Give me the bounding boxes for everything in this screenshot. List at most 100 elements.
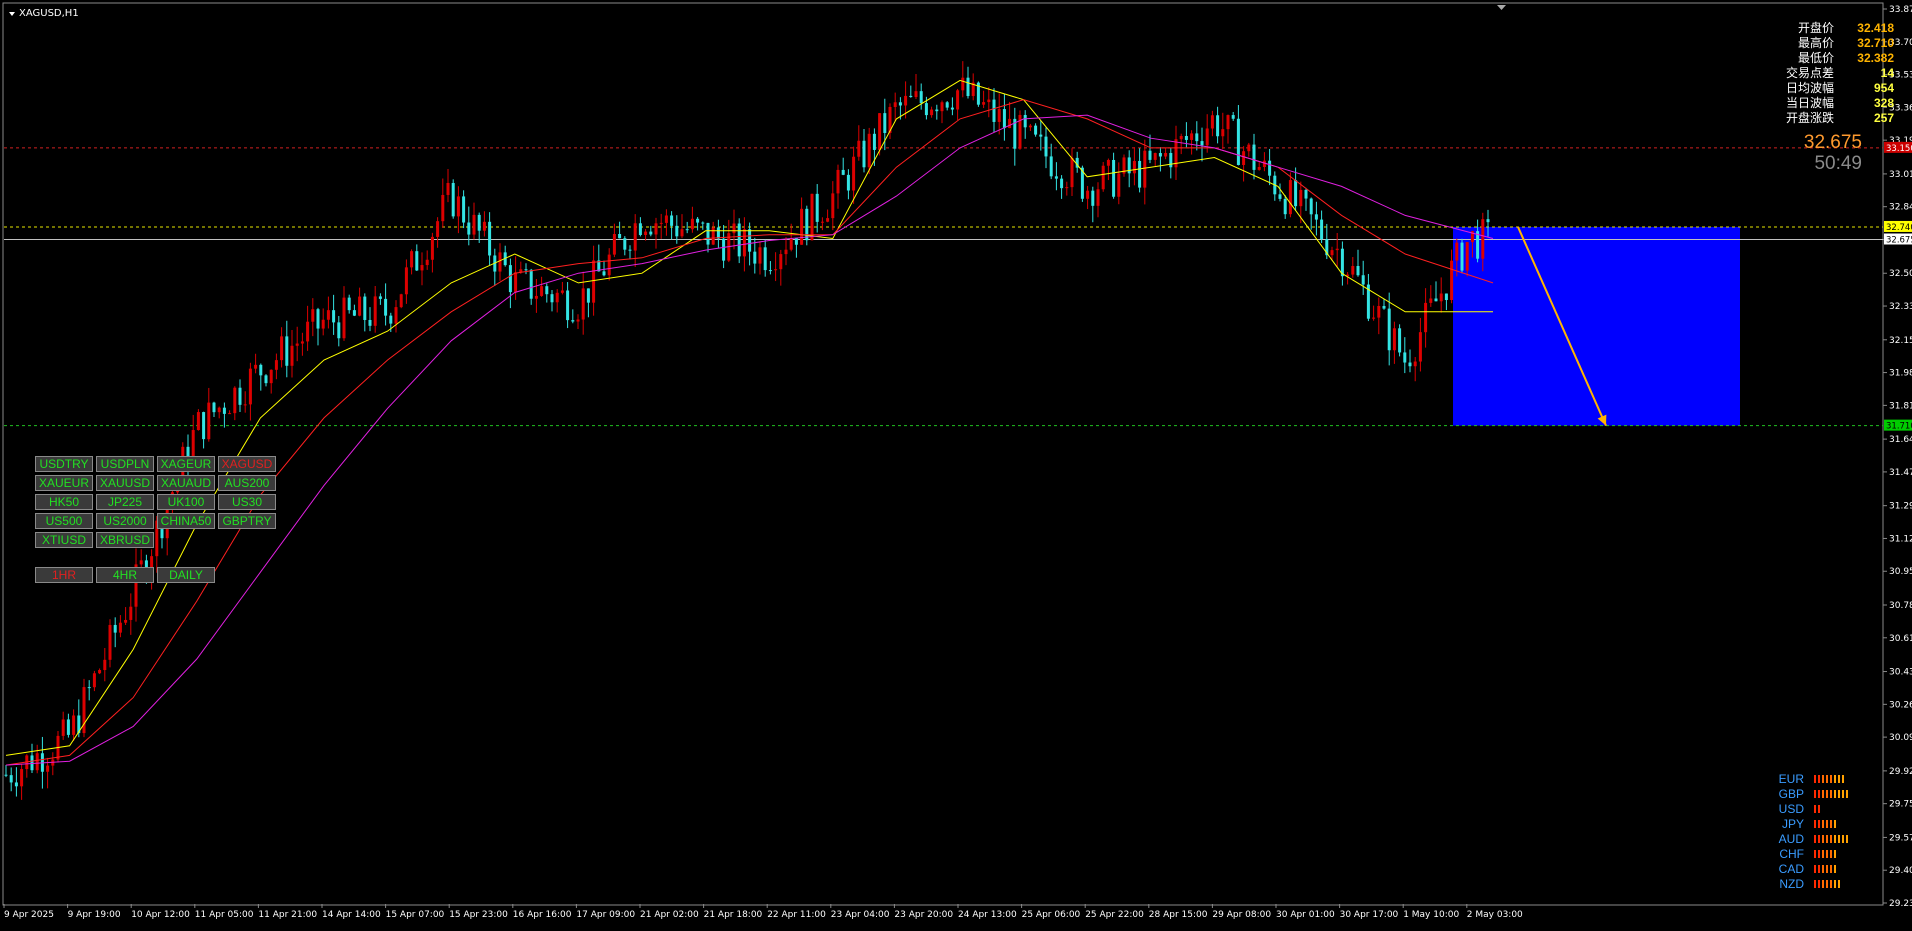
strength-label: CHF [1779,846,1804,861]
price-chart[interactable]: 33.87033.70033.53033.36033.19033.01532.8… [0,0,1912,927]
price-axis-tag-label: 32.740 [1886,223,1912,233]
strength-bar [1826,834,1828,843]
symbol-button-xagusd[interactable]: XAGUSD [218,456,276,472]
candle-body [930,109,934,116]
time-axis-label: 30 Apr 01:00 [1276,910,1335,920]
candle-body [124,619,128,623]
info-label: 当日波幅 [1785,96,1834,110]
candle-body [1226,115,1230,130]
symbol-button-xauusd[interactable]: XAUUSD [96,475,154,491]
candle-body [576,319,580,322]
symbol-button-uk100[interactable]: UK100 [157,494,215,510]
candle-body [992,99,996,122]
strength-bar [1826,849,1828,858]
candle-body [420,265,424,271]
candle-body [826,218,830,222]
candle-body [857,140,861,157]
time-axis-label: 11 Apr 05:00 [195,910,254,920]
strength-bars [1814,774,1844,783]
candle-body [352,310,356,316]
candle-body [98,670,102,674]
target-zone[interactable] [1453,226,1740,426]
candle-body [20,769,24,787]
candle-body [103,659,107,671]
candle-body [1096,189,1100,206]
candle-body [1039,134,1043,137]
candle-body [87,687,91,689]
candle-body [555,292,559,303]
candle-body [950,107,954,110]
strength-bar [1826,879,1828,888]
candle-body [1169,152,1173,168]
time-axis-label: 17 Apr 09:00 [576,910,635,920]
candle-body [1372,317,1376,319]
candle-body [1429,298,1433,303]
symbol-button-usdtry[interactable]: USDTRY [35,456,93,472]
candle-body [196,412,200,431]
time-axis-label: 15 Apr 07:00 [386,910,445,920]
candle-body [904,95,908,106]
candle-body [550,294,554,303]
strength-bar [1814,834,1816,843]
candle-body [1008,118,1012,129]
timeframe-button-1hr[interactable]: 1HR [35,567,93,583]
candle-body [254,364,258,369]
candle-body [1190,133,1194,140]
symbol-button-xauaud[interactable]: XAUAUD [157,475,215,491]
candle-body [1465,242,1469,271]
candle-body [113,624,117,633]
candle-body [326,310,330,320]
candle-body [1278,194,1282,199]
chart-window[interactable]: 33.87033.70033.53033.36033.19033.01532.8… [0,0,1912,927]
candle-body [46,765,50,772]
info-row: 最低价 32.382 [1694,51,1894,66]
time-axis-label: 15 Apr 23:00 [449,910,508,920]
symbol-button-usdpln[interactable]: USDPLN [96,456,154,472]
candle-body [118,622,122,633]
symbol-button-xageur[interactable]: XAGEUR [157,456,215,472]
symbol-button-hk50[interactable]: HK50 [35,494,93,510]
symbol-button-xbrusd[interactable]: XBRUSD [96,532,154,548]
candle-body [602,271,606,276]
strength-bar [1818,789,1820,798]
strength-bar [1814,879,1816,888]
candle-body [274,360,278,370]
candle-body [384,298,388,316]
strength-bar [1826,864,1828,873]
candle-body [789,238,793,250]
symbol-button-china50[interactable]: CHINA50 [157,513,215,529]
symbol-button-xaueur[interactable]: XAUEUR [35,475,93,491]
strength-bar [1830,849,1832,858]
symbol-button-us2000[interactable]: US2000 [96,513,154,529]
timeframe-button-daily[interactable]: DAILY [157,567,215,583]
price-axis-label: 32.155 [1889,336,1912,346]
strength-bar [1834,879,1836,888]
candle-body [716,227,720,239]
candle-body [1184,135,1188,140]
candle-body [1086,190,1090,199]
candle-body [540,286,544,296]
symbol-button-gbptry[interactable]: GBPTRY [218,513,276,529]
candle-body [649,231,653,235]
symbol-button-jp225[interactable]: JP225 [96,494,154,510]
strength-bar [1838,789,1840,798]
timeframe-button-4hr[interactable]: 4HR [96,567,154,583]
candle-body [363,296,367,320]
strength-bar [1842,789,1844,798]
candle-body [404,267,408,295]
candle-body [1320,219,1324,240]
candle-body [1377,305,1381,318]
candle-body [467,222,471,235]
strength-bars [1814,849,1836,858]
symbol-button-xtiusd[interactable]: XTIUSD [35,532,93,548]
candle-body [670,215,674,226]
strength-bar [1818,804,1820,813]
candle-body [337,322,341,339]
symbol-button-us30[interactable]: US30 [218,494,276,510]
symbol-button-aus200[interactable]: AUS200 [218,475,276,491]
strength-label: GBP [1778,786,1804,801]
candle-body [300,341,304,344]
candle-body [633,223,637,251]
symbol-button-us500[interactable]: US500 [35,513,93,529]
candle-body [1054,176,1058,179]
